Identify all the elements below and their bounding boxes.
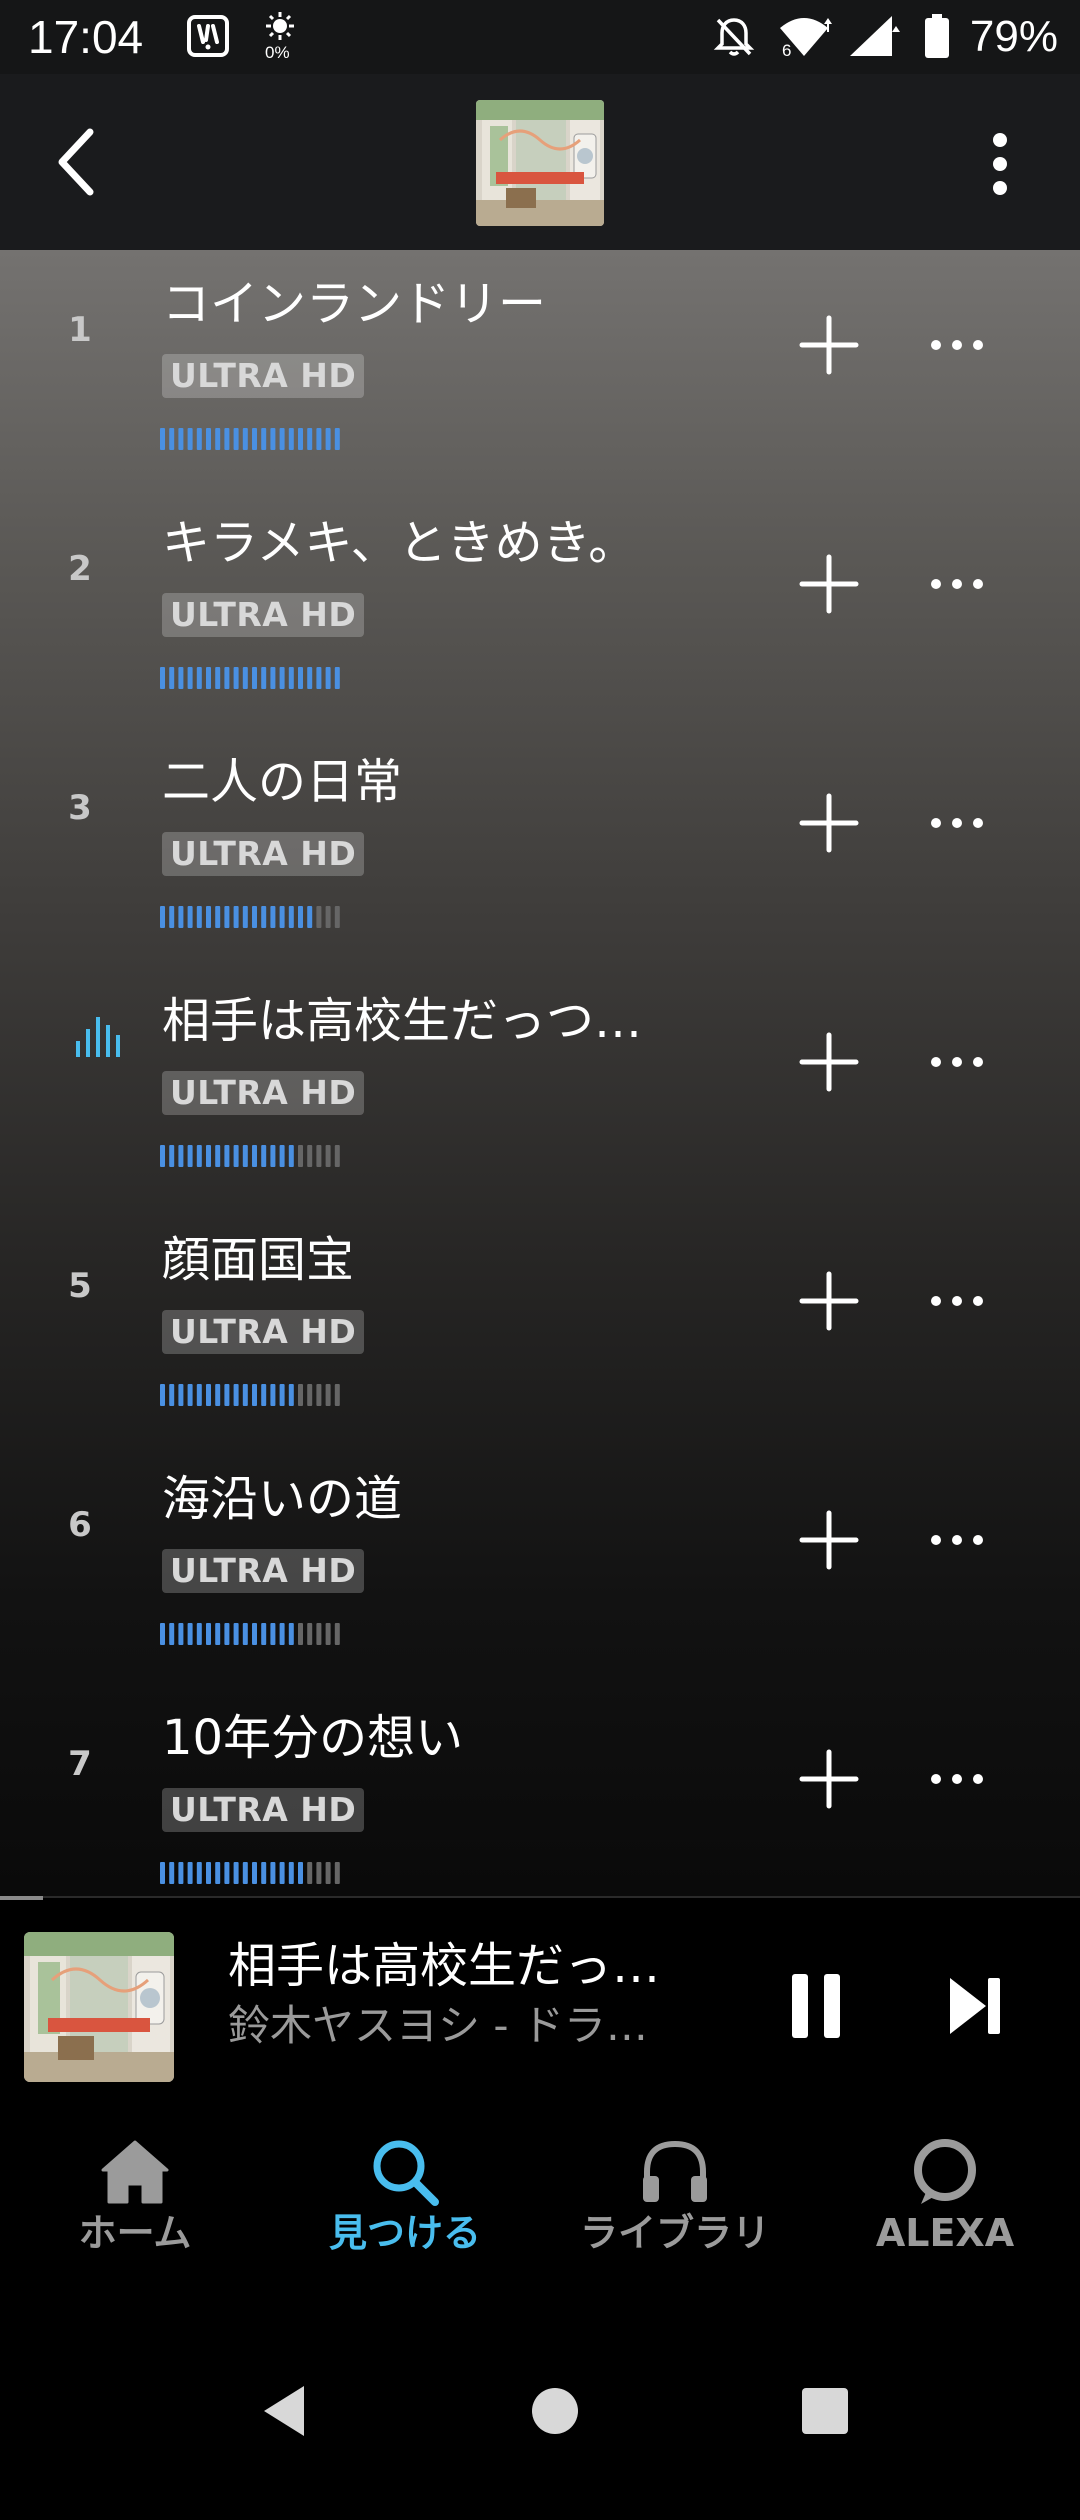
nav-alexa[interactable]: ALEXA bbox=[810, 2122, 1080, 2282]
system-recents-icon[interactable] bbox=[790, 2376, 860, 2446]
ultra-hd-badge: ULTRA HD bbox=[162, 1549, 365, 1593]
nav-library[interactable]: ライブラリ bbox=[540, 2122, 810, 2282]
data-usage-label: 0% bbox=[265, 43, 290, 62]
next-track-button[interactable] bbox=[946, 1974, 1006, 2038]
track-row[interactable]: 1 コインランドリー ULTRA HD bbox=[0, 250, 1080, 489]
track-title: キラメキ、ときめき。 bbox=[162, 515, 637, 571]
nav-home-label: ホーム bbox=[78, 2211, 192, 2255]
nav-library-label: ライブラリ bbox=[579, 2211, 770, 2255]
system-navigation-bar bbox=[0, 2298, 1080, 2520]
more-horizontal-icon[interactable] bbox=[924, 1029, 990, 1095]
nav-alexa-label: ALEXA bbox=[875, 2211, 1015, 2255]
nav-search-label: 見つける bbox=[328, 2211, 481, 2255]
track-title: 海沿いの道 bbox=[162, 1471, 403, 1527]
track-list: 1 コインランドリー ULTRA HD 2 キラメキ、ときめき。 ULTRA HD 3 二人の… bbox=[0, 250, 1080, 1896]
track-title: コインランドリー bbox=[162, 276, 547, 332]
ultra-hd-badge: ULTRA HD bbox=[162, 354, 365, 398]
track-number: 3 bbox=[68, 788, 92, 828]
system-home-icon[interactable] bbox=[520, 2376, 590, 2446]
more-vertical-icon[interactable] bbox=[960, 120, 1040, 208]
track-title: 二人の日常 bbox=[162, 754, 403, 810]
ultra-hd-badge: ULTRA HD bbox=[162, 832, 365, 876]
mini-player-subtitle[interactable]: 鈴木ヤスヨシ - ドラ… bbox=[228, 1998, 728, 2054]
now-playing-icon bbox=[76, 1017, 120, 1057]
add-to-playlist-button[interactable] bbox=[796, 1507, 862, 1573]
mini-player-title[interactable]: 相手は高校生だっ… bbox=[228, 1936, 728, 1996]
more-horizontal-icon[interactable] bbox=[924, 1507, 990, 1573]
add-to-playlist-button[interactable] bbox=[796, 1029, 862, 1095]
add-to-playlist-button[interactable] bbox=[796, 312, 862, 378]
more-horizontal-icon[interactable] bbox=[924, 551, 990, 617]
track-number: 7 bbox=[68, 1744, 92, 1784]
mini-player-album-art[interactable] bbox=[24, 1932, 174, 2082]
pause-button[interactable] bbox=[786, 1970, 846, 2042]
battery-percent: 79% bbox=[969, 12, 1058, 61]
data-saver-icon bbox=[266, 12, 294, 40]
add-to-playlist-button[interactable] bbox=[796, 1746, 862, 1812]
track-row[interactable]: 5 顔面国宝 ULTRA HD bbox=[0, 1206, 1080, 1445]
add-to-playlist-button[interactable] bbox=[796, 790, 862, 856]
screen: 17:04 0% 6 79% 1 コインランドリー ULTRA HD 2 キラメ… bbox=[0, 0, 1080, 2520]
track-title: 顔面国宝 bbox=[162, 1232, 355, 1288]
audio-quality-meter bbox=[160, 1145, 340, 1167]
track-row[interactable]: 2 キラメキ、ときめき。 ULTRA HD bbox=[0, 489, 1080, 728]
audio-quality-meter bbox=[160, 428, 340, 450]
track-row[interactable]: 3 二人の日常 ULTRA HD bbox=[0, 728, 1080, 967]
more-horizontal-icon[interactable] bbox=[924, 1746, 990, 1812]
search-icon bbox=[373, 2140, 439, 2206]
system-back-icon[interactable] bbox=[250, 2376, 320, 2446]
status-time: 17:04 bbox=[28, 11, 144, 63]
headphones-icon bbox=[643, 2140, 707, 2202]
more-horizontal-icon[interactable] bbox=[924, 1268, 990, 1334]
ultra-hd-badge: ULTRA HD bbox=[162, 1310, 365, 1354]
audio-quality-meter bbox=[160, 1384, 340, 1406]
nav-search[interactable]: 見つける bbox=[270, 2122, 540, 2282]
track-title: 相手は高校生だっつ… bbox=[162, 993, 643, 1049]
audio-quality-meter bbox=[160, 1862, 340, 1884]
track-number: 5 bbox=[68, 1266, 92, 1306]
track-title: 10年分の想い bbox=[162, 1710, 464, 1766]
back-button[interactable] bbox=[40, 118, 128, 206]
battery-icon bbox=[925, 14, 949, 58]
track-row[interactable]: 6 海沿いの道 ULTRA HD bbox=[0, 1445, 1080, 1684]
notification-app-icon bbox=[187, 15, 229, 57]
add-to-playlist-button[interactable] bbox=[796, 1268, 862, 1334]
status-bar: 17:04 0% 6 79% bbox=[0, 0, 1080, 74]
album-art-thumbnail[interactable] bbox=[476, 100, 604, 226]
audio-quality-meter bbox=[160, 906, 340, 928]
network-type-label: 6 bbox=[782, 41, 792, 60]
mini-player[interactable]: 相手は高校生だっ… 鈴木ヤスヨシ - ドラ… bbox=[0, 1896, 1080, 2094]
track-row[interactable]: 7 10年分の想い ULTRA HD bbox=[0, 1684, 1080, 1896]
ultra-hd-badge: ULTRA HD bbox=[162, 1788, 365, 1832]
signal-icon bbox=[850, 16, 900, 56]
more-horizontal-icon[interactable] bbox=[924, 790, 990, 856]
audio-quality-meter bbox=[160, 1623, 340, 1645]
audio-quality-meter bbox=[160, 667, 340, 689]
more-horizontal-icon[interactable] bbox=[924, 312, 990, 378]
home-icon bbox=[101, 2140, 169, 2204]
mute-icon bbox=[713, 18, 755, 56]
header bbox=[0, 74, 1080, 250]
track-number: 1 bbox=[68, 310, 92, 350]
add-to-playlist-button[interactable] bbox=[796, 551, 862, 617]
ultra-hd-badge: ULTRA HD bbox=[162, 593, 365, 637]
ultra-hd-badge: ULTRA HD bbox=[162, 1071, 365, 1115]
alexa-ring-icon bbox=[914, 2139, 976, 2204]
mini-player-progress bbox=[0, 1896, 44, 1900]
nav-home[interactable]: ホーム bbox=[0, 2122, 270, 2282]
bottom-nav: ホーム 見つける ライブラリ ALEXA bbox=[0, 2092, 1080, 2298]
track-number: 2 bbox=[68, 549, 92, 589]
track-number: 6 bbox=[68, 1505, 92, 1545]
track-row[interactable]: 相手は高校生だっつ… ULTRA HD bbox=[0, 967, 1080, 1206]
